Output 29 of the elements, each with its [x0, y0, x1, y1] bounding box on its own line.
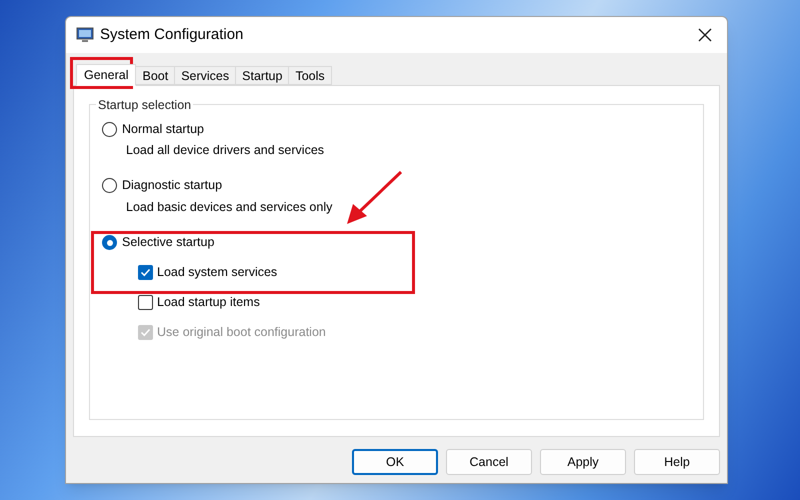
tab[interactable]: General — [76, 64, 136, 86]
window-title: System Configuration — [100, 24, 244, 45]
checkbox-label: Use original boot configuration — [157, 324, 326, 342]
checkbox-label: Load startup items — [157, 294, 260, 312]
radio-button[interactable] — [102, 122, 117, 136]
checkbox[interactable] — [138, 265, 153, 280]
tab[interactable]: Services — [175, 66, 236, 85]
check-icon — [140, 327, 151, 338]
dialog-button[interactable]: Help — [634, 449, 720, 475]
radio-button[interactable] — [102, 178, 117, 194]
dialog-button[interactable]: Apply — [540, 449, 626, 475]
option-label: Diagnostic startup — [122, 177, 222, 194]
dialog-button[interactable]: Cancel — [446, 449, 532, 475]
computer-icon — [76, 26, 94, 44]
dialog-button[interactable]: OK — [352, 449, 438, 475]
checkbox-label: Load system services — [157, 264, 278, 282]
option-label: Selective startup — [122, 234, 214, 252]
close-icon — [698, 28, 712, 42]
annotation-arrow — [345, 170, 403, 226]
tab[interactable]: Startup — [236, 66, 290, 85]
check-icon — [140, 267, 151, 278]
option-description: Load basic devices and services only — [126, 198, 332, 216]
radio-button[interactable] — [102, 235, 117, 250]
tab[interactable]: Tools — [289, 66, 332, 85]
annotation-frame — [70, 57, 133, 89]
tab[interactable]: Boot — [136, 66, 176, 85]
option-description: Load all device drivers and services — [126, 142, 324, 159]
checkbox[interactable] — [138, 295, 153, 310]
option-label: Normal startup — [122, 120, 204, 138]
